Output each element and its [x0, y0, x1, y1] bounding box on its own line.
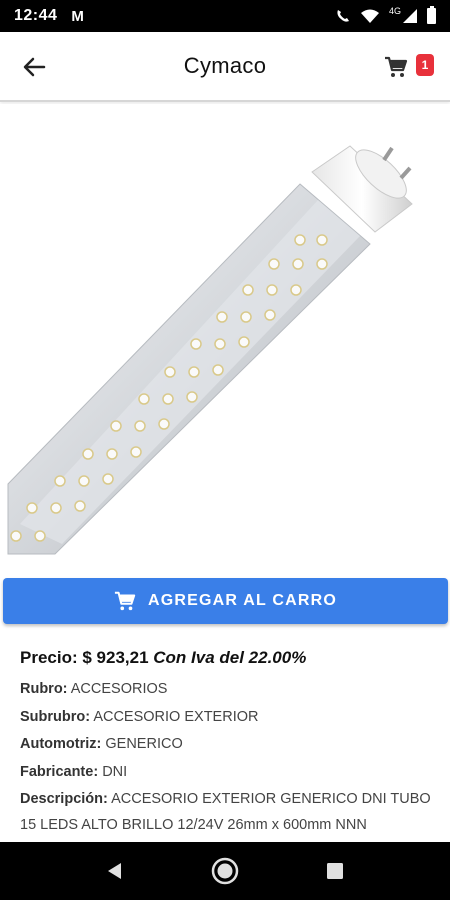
- field-label: Descripción:: [20, 791, 108, 807]
- field-label: Subrubro:: [20, 708, 91, 725]
- field-value: ACCESORIO EXTERIOR: [93, 708, 259, 725]
- cart-button[interactable]: 1: [384, 52, 434, 82]
- field-descripcion: Descripción: ACCESORIO EXTERIOR GENERICO…: [20, 786, 435, 838]
- wifi-icon: [360, 9, 379, 23]
- square-recents-icon: [327, 863, 343, 879]
- cart-count-badge: 1: [416, 54, 434, 76]
- price-line: Precio: $ 923,21 Con Iva del 22.00%: [20, 648, 435, 668]
- nav-back-button[interactable]: [95, 851, 135, 891]
- wifi-calling-icon: [337, 10, 349, 22]
- gmail-icon: M: [71, 7, 84, 25]
- triangle-back-icon: [108, 863, 121, 879]
- field-rubro: Rubro: ACCESORIOS: [20, 676, 435, 704]
- field-automotriz: Automotriz: GENERICO: [20, 731, 435, 759]
- field-fabricante: Fabricante: DNI: [20, 759, 435, 787]
- nav-home-button[interactable]: [205, 851, 245, 891]
- field-value: GENERICO: [105, 736, 183, 752]
- network-type: 4G: [388, 6, 401, 16]
- field-label: Automotriz:: [20, 736, 102, 752]
- field-label: Fabricante:: [20, 763, 99, 780]
- field-value: DNI: [102, 763, 128, 780]
- field-value: ACCESORIOS: [70, 681, 168, 697]
- app-bar: Cymaco 1: [0, 32, 450, 102]
- price-tax-note: Con Iva del 22.00%: [153, 648, 307, 667]
- system-nav-bar: [0, 842, 450, 900]
- cart-icon: [114, 591, 136, 611]
- signal-icon: [403, 9, 417, 23]
- page-title: Cymaco: [183, 53, 267, 78]
- nav-recents-button[interactable]: [315, 851, 355, 891]
- field-subrubro: Subrubro: ACCESORIO EXTERIOR: [20, 704, 435, 732]
- status-icons: 4G: [335, 6, 436, 24]
- status-time: 12:44: [14, 7, 58, 24]
- circle-home-icon: [211, 857, 239, 885]
- led-tube-image: [7, 145, 413, 555]
- price-value: Precio: $ 923,21: [20, 648, 149, 667]
- cart-icon: [385, 56, 408, 77]
- add-to-cart-label: AGREGAR AL CARRO: [148, 592, 337, 609]
- field-label: Rubro:: [20, 681, 68, 697]
- battery-icon: [427, 6, 436, 24]
- product-details: Precio: $ 923,21 Con Iva del 22.00% Rubr…: [20, 648, 435, 838]
- status-bar: 12:44 M 4G: [0, 0, 450, 32]
- add-to-cart-button[interactable]: AGREGAR AL CARRO: [3, 578, 448, 624]
- product-image: [0, 104, 450, 574]
